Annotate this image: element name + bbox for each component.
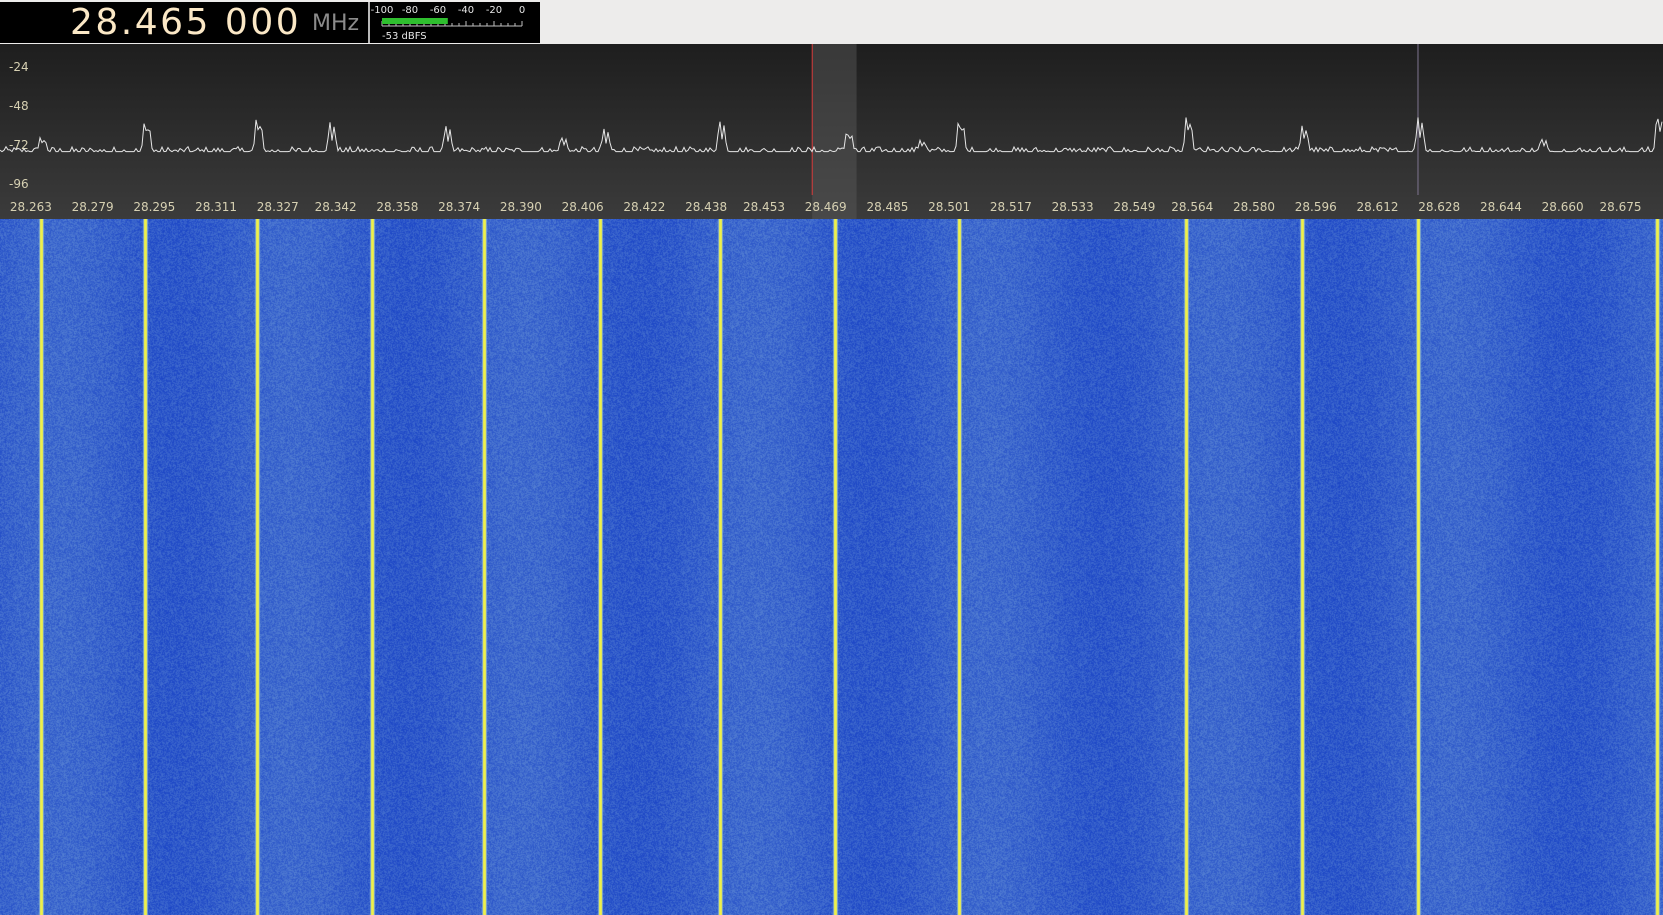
- frequency-axis-label: 28.644: [1480, 200, 1522, 214]
- frequency-axis-label: 28.358: [376, 200, 418, 214]
- frequency-axis-label: 28.263: [10, 200, 52, 214]
- signal-meter: -100 -80 -60 -40 -20 0 -53 dBFS: [370, 2, 540, 43]
- frequency-axis-label: 28.660: [1542, 200, 1584, 214]
- frequency-axis-label: 28.469: [805, 200, 847, 214]
- db-axis-label: -96: [9, 177, 29, 191]
- frequency-axis-label: 28.279: [72, 200, 114, 214]
- frequency-axis-label: 28.501: [928, 200, 970, 214]
- meter-scale-label: -20: [486, 5, 502, 16]
- frequency-axis-label: 28.549: [1113, 200, 1155, 214]
- signal-level-bar: [382, 18, 448, 24]
- frequency-axis-label: 28.564: [1171, 200, 1213, 214]
- db-axis-label: -24: [9, 60, 29, 74]
- meter-scale-label: -40: [458, 5, 474, 16]
- toolbar: 28.465 000 MHz -100 -80 -60 -40 -20 0 -53 dBF…: [0, 0, 1663, 44]
- frequency-axis-label: 28.517: [990, 200, 1032, 214]
- frequency-axis-label: 28.390: [500, 200, 542, 214]
- db-axis-label: -72: [9, 138, 29, 152]
- meter-scale-label: -100: [371, 5, 394, 16]
- frequency-axis-label: 28.327: [257, 200, 299, 214]
- frequency-axis-label: 28.628: [1418, 200, 1460, 214]
- frequency-digits[interactable]: 28.465 000: [70, 3, 301, 43]
- frequency-display[interactable]: 28.465 000 MHz: [0, 2, 370, 43]
- frequency-unit: MHz: [312, 11, 360, 36]
- frequency-axis-label: 28.342: [315, 200, 357, 214]
- frequency-axis-label: 28.422: [623, 200, 665, 214]
- signal-readout: -53 dBFS: [382, 31, 427, 42]
- frequency-axis-label: 28.311: [195, 200, 237, 214]
- frequency-axis-label: 28.406: [562, 200, 604, 214]
- meter-scale-label: 0: [519, 5, 525, 16]
- frequency-axis-label: 28.675: [1600, 200, 1642, 214]
- frequency-axis-label: 28.295: [133, 200, 175, 214]
- frequency-axis-label: 28.374: [438, 200, 480, 214]
- filter-passband[interactable]: [812, 44, 857, 219]
- frequency-axis-label: 28.580: [1233, 200, 1275, 214]
- frequency-axis-label: 28.533: [1052, 200, 1094, 214]
- frequency-axis-label: 28.596: [1295, 200, 1337, 214]
- meter-scale-label: -60: [430, 5, 446, 16]
- frequency-axis-label: 28.453: [743, 200, 785, 214]
- frequency-axis-label: 28.438: [685, 200, 727, 214]
- waterfall-display[interactable]: [0, 219, 1663, 915]
- frequency-axis-label: 28.485: [866, 200, 908, 214]
- frequency-axis-label: 28.612: [1356, 200, 1398, 214]
- meter-scale-label: -80: [402, 5, 418, 16]
- spectrum-plot[interactable]: -24 -48 -72 -96 28.263 28.279 28.295 28.311 28.…: [0, 44, 1663, 219]
- db-axis-label: -48: [9, 99, 29, 113]
